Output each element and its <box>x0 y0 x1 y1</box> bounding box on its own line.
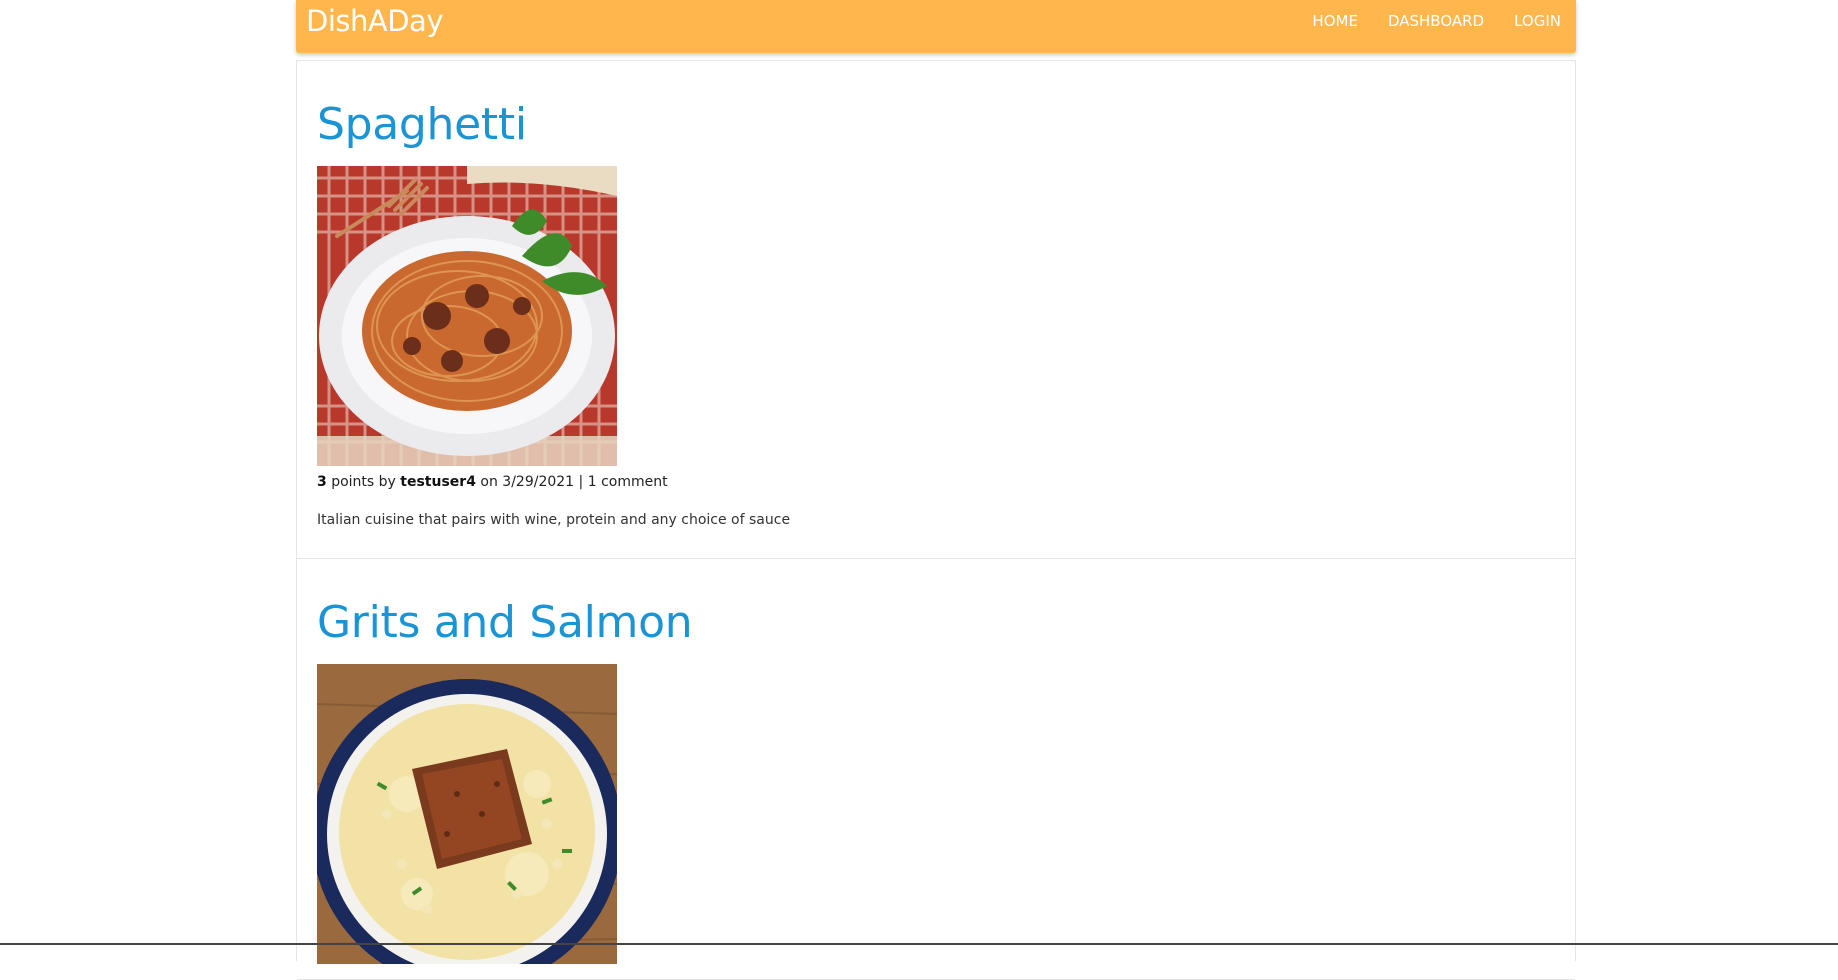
nav-login-link[interactable]: LOGIN <box>1514 12 1561 30</box>
post-author-link[interactable]: testuser4 <box>400 474 476 490</box>
post-title-link[interactable]: Spaghetti <box>317 99 527 150</box>
post-meta: 3 points by testuser4 on 3/29/2021 | 1 c… <box>317 474 668 490</box>
spaghetti-image[interactable] <box>317 166 617 466</box>
meta-separator: | <box>578 474 584 490</box>
post-title-link[interactable]: Grits and Salmon <box>317 597 693 648</box>
nav-home-link[interactable]: HOME <box>1312 12 1358 30</box>
post-points-label: points by <box>331 474 396 490</box>
post-card: Spaghetti 3 points by testuser4 on 3/29/… <box>297 61 1575 559</box>
post-comments-link[interactable]: 1 comment <box>588 474 668 490</box>
post-feed: Spaghetti 3 points by testuser4 on 3/29/… <box>296 60 1576 980</box>
brand-logo-link[interactable]: DishADay <box>306 4 443 38</box>
grits-salmon-image[interactable] <box>317 664 617 964</box>
nav-links: HOME DASHBOARD LOGIN <box>1312 12 1561 30</box>
post-date-prefix: on <box>480 474 498 490</box>
post-date: 3/29/2021 <box>502 474 575 490</box>
nav-dashboard-link[interactable]: DASHBOARD <box>1388 12 1484 30</box>
top-navbar: DishADay HOME DASHBOARD LOGIN <box>296 0 1576 53</box>
post-points: 3 <box>317 474 327 490</box>
post-description: Italian cuisine that pairs with wine, pr… <box>317 512 791 528</box>
page-container: DishADay HOME DASHBOARD LOGIN Spaghetti <box>296 0 1576 980</box>
spaghetti-photo <box>317 166 617 466</box>
grits-salmon-photo <box>317 664 617 964</box>
post-card: Grits and Salmon <box>297 559 1575 980</box>
